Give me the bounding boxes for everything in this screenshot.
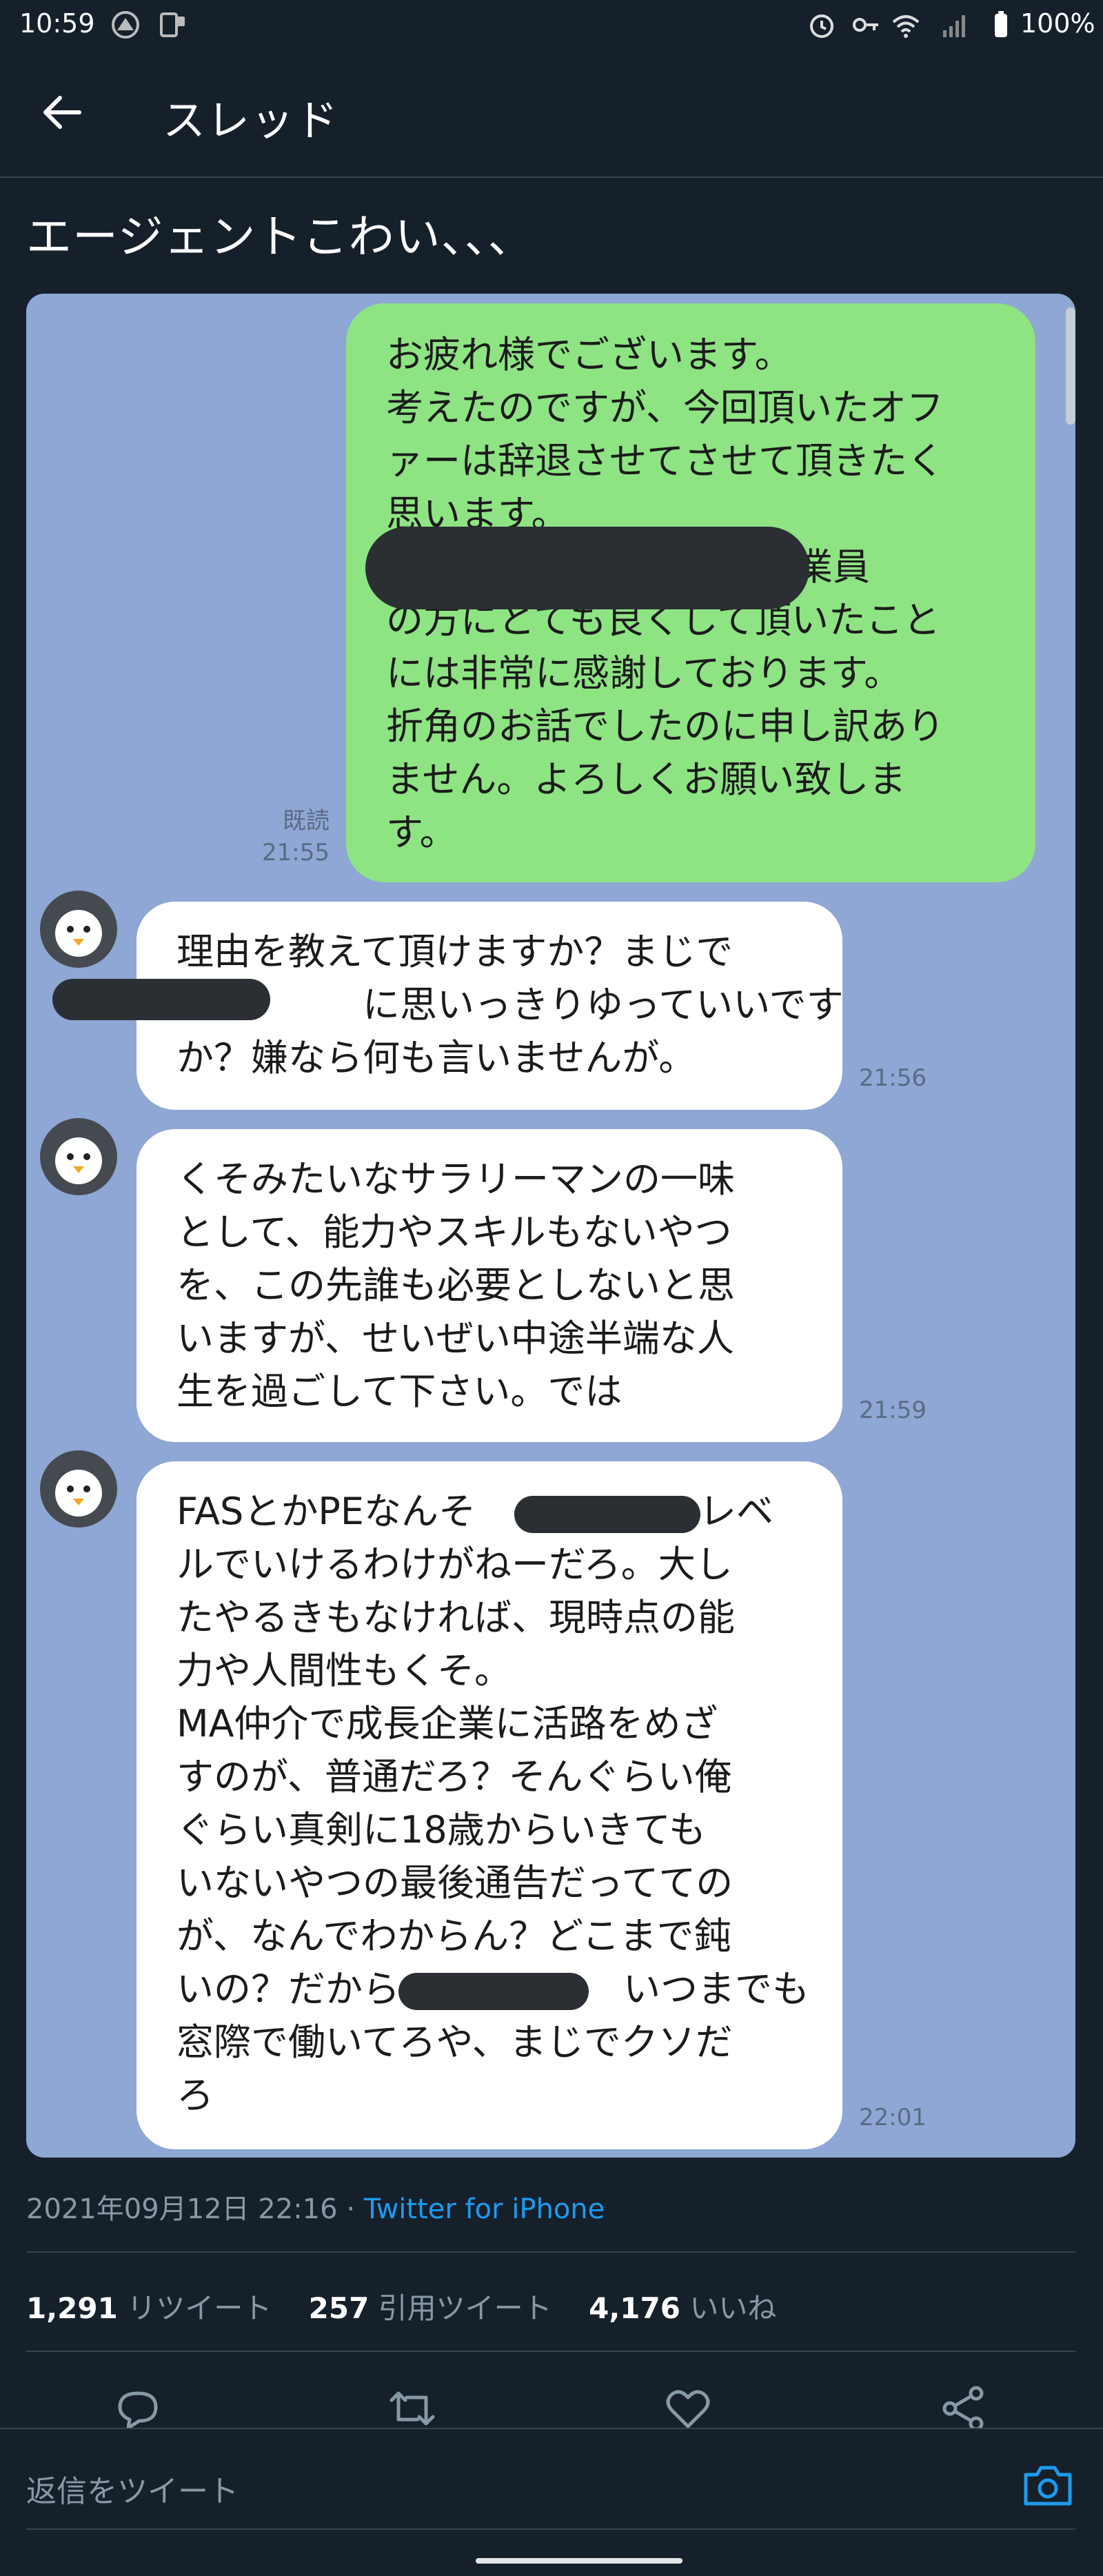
status-bar: 10:59 100% xyxy=(0,0,1103,55)
vpn-key-icon xyxy=(853,18,878,32)
likes-stat[interactable]: 4,176 いいね xyxy=(589,2291,776,2325)
reply-icon[interactable] xyxy=(113,2384,163,2433)
read-receipt: 既読 21:55 xyxy=(254,805,330,869)
sent-message-bubble: お疲れ様でございます。 考えたのですが、今回頂いたオフ ァーは辞退させてさせて頂… xyxy=(346,303,1035,882)
battery-icon xyxy=(995,11,1007,37)
received-line: が、なんでわからん？どこまで鈍 xyxy=(176,1914,731,1958)
received-message-text: 理由を教えて頂けますか？まじで に思いっきりゆっていいです か？嫌なら何も言いま… xyxy=(176,925,844,1084)
redaction-mark xyxy=(365,527,809,609)
page-title: スレッド xyxy=(163,95,340,145)
sent-line: ァーは辞退させてさせて頂きたく xyxy=(386,439,944,483)
redaction-mark xyxy=(514,1496,700,1533)
received-line: 窓際で働いてろや、まじでクソだ xyxy=(176,2020,733,2064)
received-line: FASとかPEなんそ レベ xyxy=(176,1490,774,1533)
received-message-text: FASとかPEなんそ レベ ルでいけるわけがねーだろ。大し たやるきもなければ、… xyxy=(176,1485,809,2122)
sent-line: 考えたのですが、今回頂いたオフ xyxy=(386,386,944,429)
app-notification-icon xyxy=(112,11,139,39)
tweet-source-link[interactable]: Twitter for iPhone xyxy=(364,2193,605,2225)
received-time: 22:01 xyxy=(859,2104,927,2131)
signal-icon xyxy=(943,15,965,37)
sent-line: お疲れ様でございます。 xyxy=(386,333,792,376)
camera-icon[interactable] xyxy=(1020,2461,1075,2509)
received-message-bubble: FASとかPEなんそ レベ ルでいけるわけがねーだろ。大し たやるきもなければ、… xyxy=(136,1461,842,2149)
received-line: ろ xyxy=(176,2073,214,2117)
meta-divider xyxy=(26,2251,1075,2253)
share-icon[interactable] xyxy=(939,2384,989,2433)
tweet-timestamp[interactable]: 2021年09月12日 22:16 xyxy=(26,2193,338,2225)
redaction-mark xyxy=(52,979,270,1020)
meta-separator: · xyxy=(346,2193,364,2225)
retweets-label: リツイート xyxy=(127,2291,272,2325)
received-line: 理由を教えて頂けますか？まじで xyxy=(176,930,733,973)
alarm-icon xyxy=(810,14,833,38)
tweet-meta: 2021年09月12日 22:16 · Twitter for iPhone xyxy=(26,2187,605,2227)
received-line: を、この先誰も必要としないと思 xyxy=(176,1264,735,1307)
retweets-count: 1,291 xyxy=(26,2291,118,2325)
tweet-text: エージェントこわい、、、 xyxy=(26,210,534,263)
received-line: いないやつの最後通告だってての xyxy=(176,1861,733,1905)
avatar xyxy=(40,1118,117,1195)
received-line: として、能力やスキルもないやつ xyxy=(176,1210,732,1254)
gesture-nav-handle[interactable] xyxy=(476,2558,682,2564)
stats-divider xyxy=(26,2351,1075,2352)
received-line: くそみたいなサラリーマンの一味 xyxy=(176,1157,735,1201)
redaction-mark xyxy=(398,1973,589,2010)
quotes-stat[interactable]: 257 引用ツイート xyxy=(309,2291,552,2325)
sent-line: 折角のお話でしたのに申し訳あり xyxy=(386,704,944,748)
sent-line: す。 xyxy=(386,811,457,854)
received-line: ルでいけるわけがねーだろ。大し xyxy=(176,1543,733,1586)
reply-input[interactable]: 返信をツイート xyxy=(26,2466,239,2511)
received-line: すのが、普通だろ？そんぐらい俺 xyxy=(176,1755,732,1798)
back-arrow-icon[interactable] xyxy=(38,88,86,136)
penguin-avatar-icon xyxy=(55,1137,102,1184)
received-time: 21:59 xyxy=(859,1397,927,1424)
received-time: 21:56 xyxy=(859,1064,927,1092)
received-line: MA仲介で成長企業に活路をめざ xyxy=(176,1702,718,1745)
received-line: ぐらい真剣に18歳からいきても xyxy=(176,1808,707,1852)
avatar xyxy=(40,1450,117,1528)
tweet-stats: 1,291 リツイート 257 引用ツイート 4,176 いいね xyxy=(26,2285,776,2327)
retweet-icon[interactable] xyxy=(387,2384,437,2433)
likes-label: いいね xyxy=(689,2291,777,2325)
likes-count: 4,176 xyxy=(589,2291,680,2325)
wifi-icon xyxy=(892,15,920,38)
quotes-count: 257 xyxy=(308,2291,370,2325)
penguin-avatar-icon xyxy=(55,1470,102,1517)
status-time: 10:59 xyxy=(19,8,95,39)
device-icon xyxy=(160,12,185,37)
tweet-image[interactable]: お疲れ様でございます。 考えたのですが、今回頂いたオフ ァーは辞退させてさせて頂… xyxy=(26,294,1075,2158)
quotes-label: 引用ツイート xyxy=(378,2291,552,2325)
received-line: いますが、せいぜい中途半端な人 xyxy=(176,1317,734,1360)
received-line: 生を過ごして下さい。では xyxy=(176,1370,623,1413)
sent-line: には非常に感謝しております。 xyxy=(386,651,902,695)
avatar xyxy=(40,891,117,968)
sent-time: 21:55 xyxy=(262,839,330,866)
read-label: 既読 xyxy=(283,807,330,835)
received-message-bubble: くそみたいなサラリーマンの一味 として、能力やスキルもないやつ を、この先誰も必… xyxy=(136,1129,842,1442)
received-line: に思いっきりゆっていいです xyxy=(176,983,844,1026)
received-line: 力や人間性もくそ。 xyxy=(176,1649,512,1692)
like-heart-icon[interactable] xyxy=(663,2384,713,2433)
retweets-stat[interactable]: 1,291 リツイート xyxy=(26,2291,272,2325)
sent-line: ません。よろしくお願い致しま xyxy=(386,758,907,801)
reply-underline xyxy=(26,2528,1075,2530)
received-line: か？嫌なら何も言いませんが。 xyxy=(176,1036,696,1079)
received-message-text: くそみたいなサラリーマンの一味 として、能力やスキルもないやつ を、この先誰も必… xyxy=(176,1153,735,1418)
image-scrollbar xyxy=(1066,307,1075,425)
penguin-avatar-icon xyxy=(55,910,102,957)
battery-percent: 100% xyxy=(1020,8,1095,39)
received-line: たやるきもなければ、現時点の能 xyxy=(176,1596,735,1639)
header-divider xyxy=(0,176,1103,178)
